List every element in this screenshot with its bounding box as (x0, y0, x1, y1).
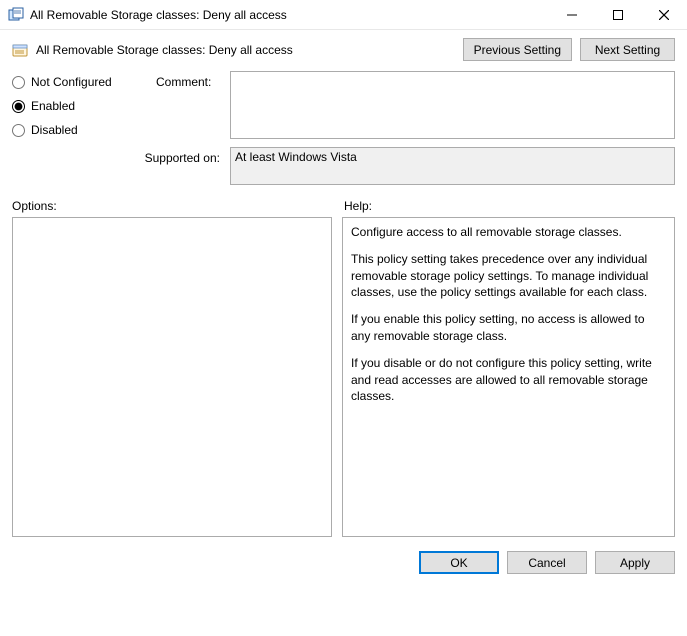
cancel-button[interactable]: Cancel (507, 551, 587, 574)
ok-button[interactable]: OK (419, 551, 499, 574)
radio-not-configured[interactable]: Not Configured (12, 75, 152, 89)
settings-area: Not Configured Enabled Disabled Comment:… (0, 71, 687, 185)
window-controls (549, 0, 687, 29)
radio-disabled[interactable]: Disabled (12, 123, 152, 137)
radio-enabled[interactable]: Enabled (12, 99, 152, 113)
radio-label: Disabled (31, 123, 78, 137)
policy-name: All Removable Storage classes: Deny all … (36, 43, 455, 57)
close-button[interactable] (641, 0, 687, 29)
minimize-button[interactable] (549, 0, 595, 29)
help-label: Help: (344, 199, 675, 213)
bottom-button-bar: OK Cancel Apply (0, 537, 687, 584)
options-pane (12, 217, 332, 537)
header-pane: All Removable Storage classes: Deny all … (0, 30, 687, 71)
policy-icon (12, 42, 28, 58)
titlebar: All Removable Storage classes: Deny all … (0, 0, 687, 30)
radio-label: Enabled (31, 99, 75, 113)
supported-on-label: Supported on: (12, 147, 226, 185)
apply-button[interactable]: Apply (595, 551, 675, 574)
help-paragraph: Configure access to all removable storag… (351, 224, 666, 241)
radio-label: Not Configured (31, 75, 112, 89)
help-paragraph: If you enable this policy setting, no ac… (351, 311, 666, 345)
help-pane: Configure access to all removable storag… (342, 217, 675, 537)
options-label: Options: (12, 199, 332, 213)
help-paragraph: This policy setting takes precedence ove… (351, 251, 666, 301)
help-paragraph: If you disable or do not configure this … (351, 355, 666, 405)
window-title: All Removable Storage classes: Deny all … (30, 8, 549, 22)
comment-input[interactable] (230, 71, 675, 139)
maximize-button[interactable] (595, 0, 641, 29)
panes-row: Configure access to all removable storag… (0, 217, 687, 537)
supported-on-field (230, 147, 675, 185)
app-icon (8, 7, 24, 23)
previous-setting-button[interactable]: Previous Setting (463, 38, 572, 61)
pane-labels-row: Options: Help: (0, 185, 687, 217)
comment-label: Comment: (156, 71, 226, 139)
next-setting-button[interactable]: Next Setting (580, 38, 675, 61)
